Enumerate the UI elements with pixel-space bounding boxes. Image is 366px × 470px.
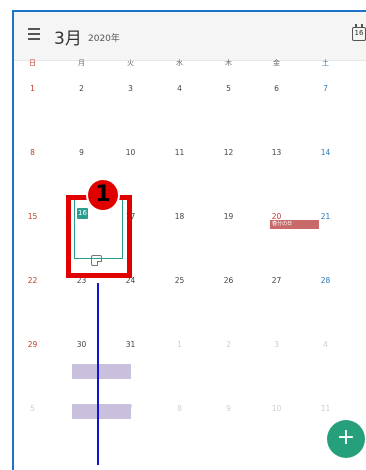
- weekday-fri: 金: [273, 59, 280, 67]
- day-cell[interactable]: 4: [155, 84, 204, 93]
- day-cell[interactable]: 28: [301, 276, 350, 285]
- day-cell[interactable]: 18: [155, 212, 204, 221]
- weekday-sat: 土: [322, 59, 329, 67]
- day-cell[interactable]: 1: [155, 340, 204, 349]
- day-cell[interactable]: 14: [301, 148, 350, 157]
- app-header: 3月 2020年 16: [14, 12, 366, 61]
- add-button[interactable]: +: [327, 420, 365, 458]
- day-cell[interactable]: 1: [8, 84, 57, 93]
- day-cell[interactable]: 7: [301, 84, 350, 93]
- day-cell[interactable]: 11: [301, 404, 350, 413]
- day-cell[interactable]: 2: [57, 84, 106, 93]
- day-cell[interactable]: 31: [106, 340, 155, 349]
- today-calendar-icon[interactable]: 16: [352, 24, 366, 41]
- day-cell[interactable]: 8: [8, 148, 57, 157]
- day-cell[interactable]: 27: [252, 276, 301, 285]
- day-cell[interactable]: 29: [8, 340, 57, 349]
- day-cell[interactable]: 9: [57, 148, 106, 157]
- pointer-line: [97, 283, 99, 465]
- day-cell[interactable]: 5: [204, 84, 253, 93]
- day-cell[interactable]: 11: [155, 148, 204, 157]
- weekday-sun: 日: [29, 59, 36, 67]
- day-cell[interactable]: 25: [155, 276, 204, 285]
- day-cell[interactable]: 8: [155, 404, 204, 413]
- day-cell[interactable]: 9: [204, 404, 253, 413]
- day-cell[interactable]: 5: [8, 404, 57, 413]
- step-number: 1: [88, 180, 118, 210]
- day-cell[interactable]: 15: [8, 212, 57, 221]
- day-cell[interactable]: 10: [252, 404, 301, 413]
- day-cell[interactable]: 3: [106, 84, 155, 93]
- day-cell[interactable]: 10: [106, 148, 155, 157]
- redacted-bar: [72, 364, 131, 379]
- day-cell[interactable]: 4: [301, 340, 350, 349]
- day-cell[interactable]: 19: [204, 212, 253, 221]
- day-cell[interactable]: 22: [8, 276, 57, 285]
- day-cell[interactable]: 2: [204, 340, 253, 349]
- weekday-mon: 月: [78, 59, 85, 67]
- weekday-wed: 水: [176, 59, 183, 67]
- weekday-tue: 火: [127, 59, 134, 67]
- month-title[interactable]: 3月: [54, 24, 82, 49]
- holiday-event[interactable]: 春分の日: [270, 220, 319, 229]
- redacted-bar: [72, 404, 131, 419]
- day-cell[interactable]: 6: [252, 84, 301, 93]
- day-cell[interactable]: 3: [252, 340, 301, 349]
- day-cell[interactable]: 13: [252, 148, 301, 157]
- day-cell[interactable]: 26: [204, 276, 253, 285]
- year-label: 2020年: [88, 34, 120, 44]
- step-badge: 1: [86, 178, 120, 212]
- menu-icon[interactable]: [28, 28, 40, 40]
- day-cell[interactable]: 12: [204, 148, 253, 157]
- weekday-thu: 木: [225, 59, 232, 67]
